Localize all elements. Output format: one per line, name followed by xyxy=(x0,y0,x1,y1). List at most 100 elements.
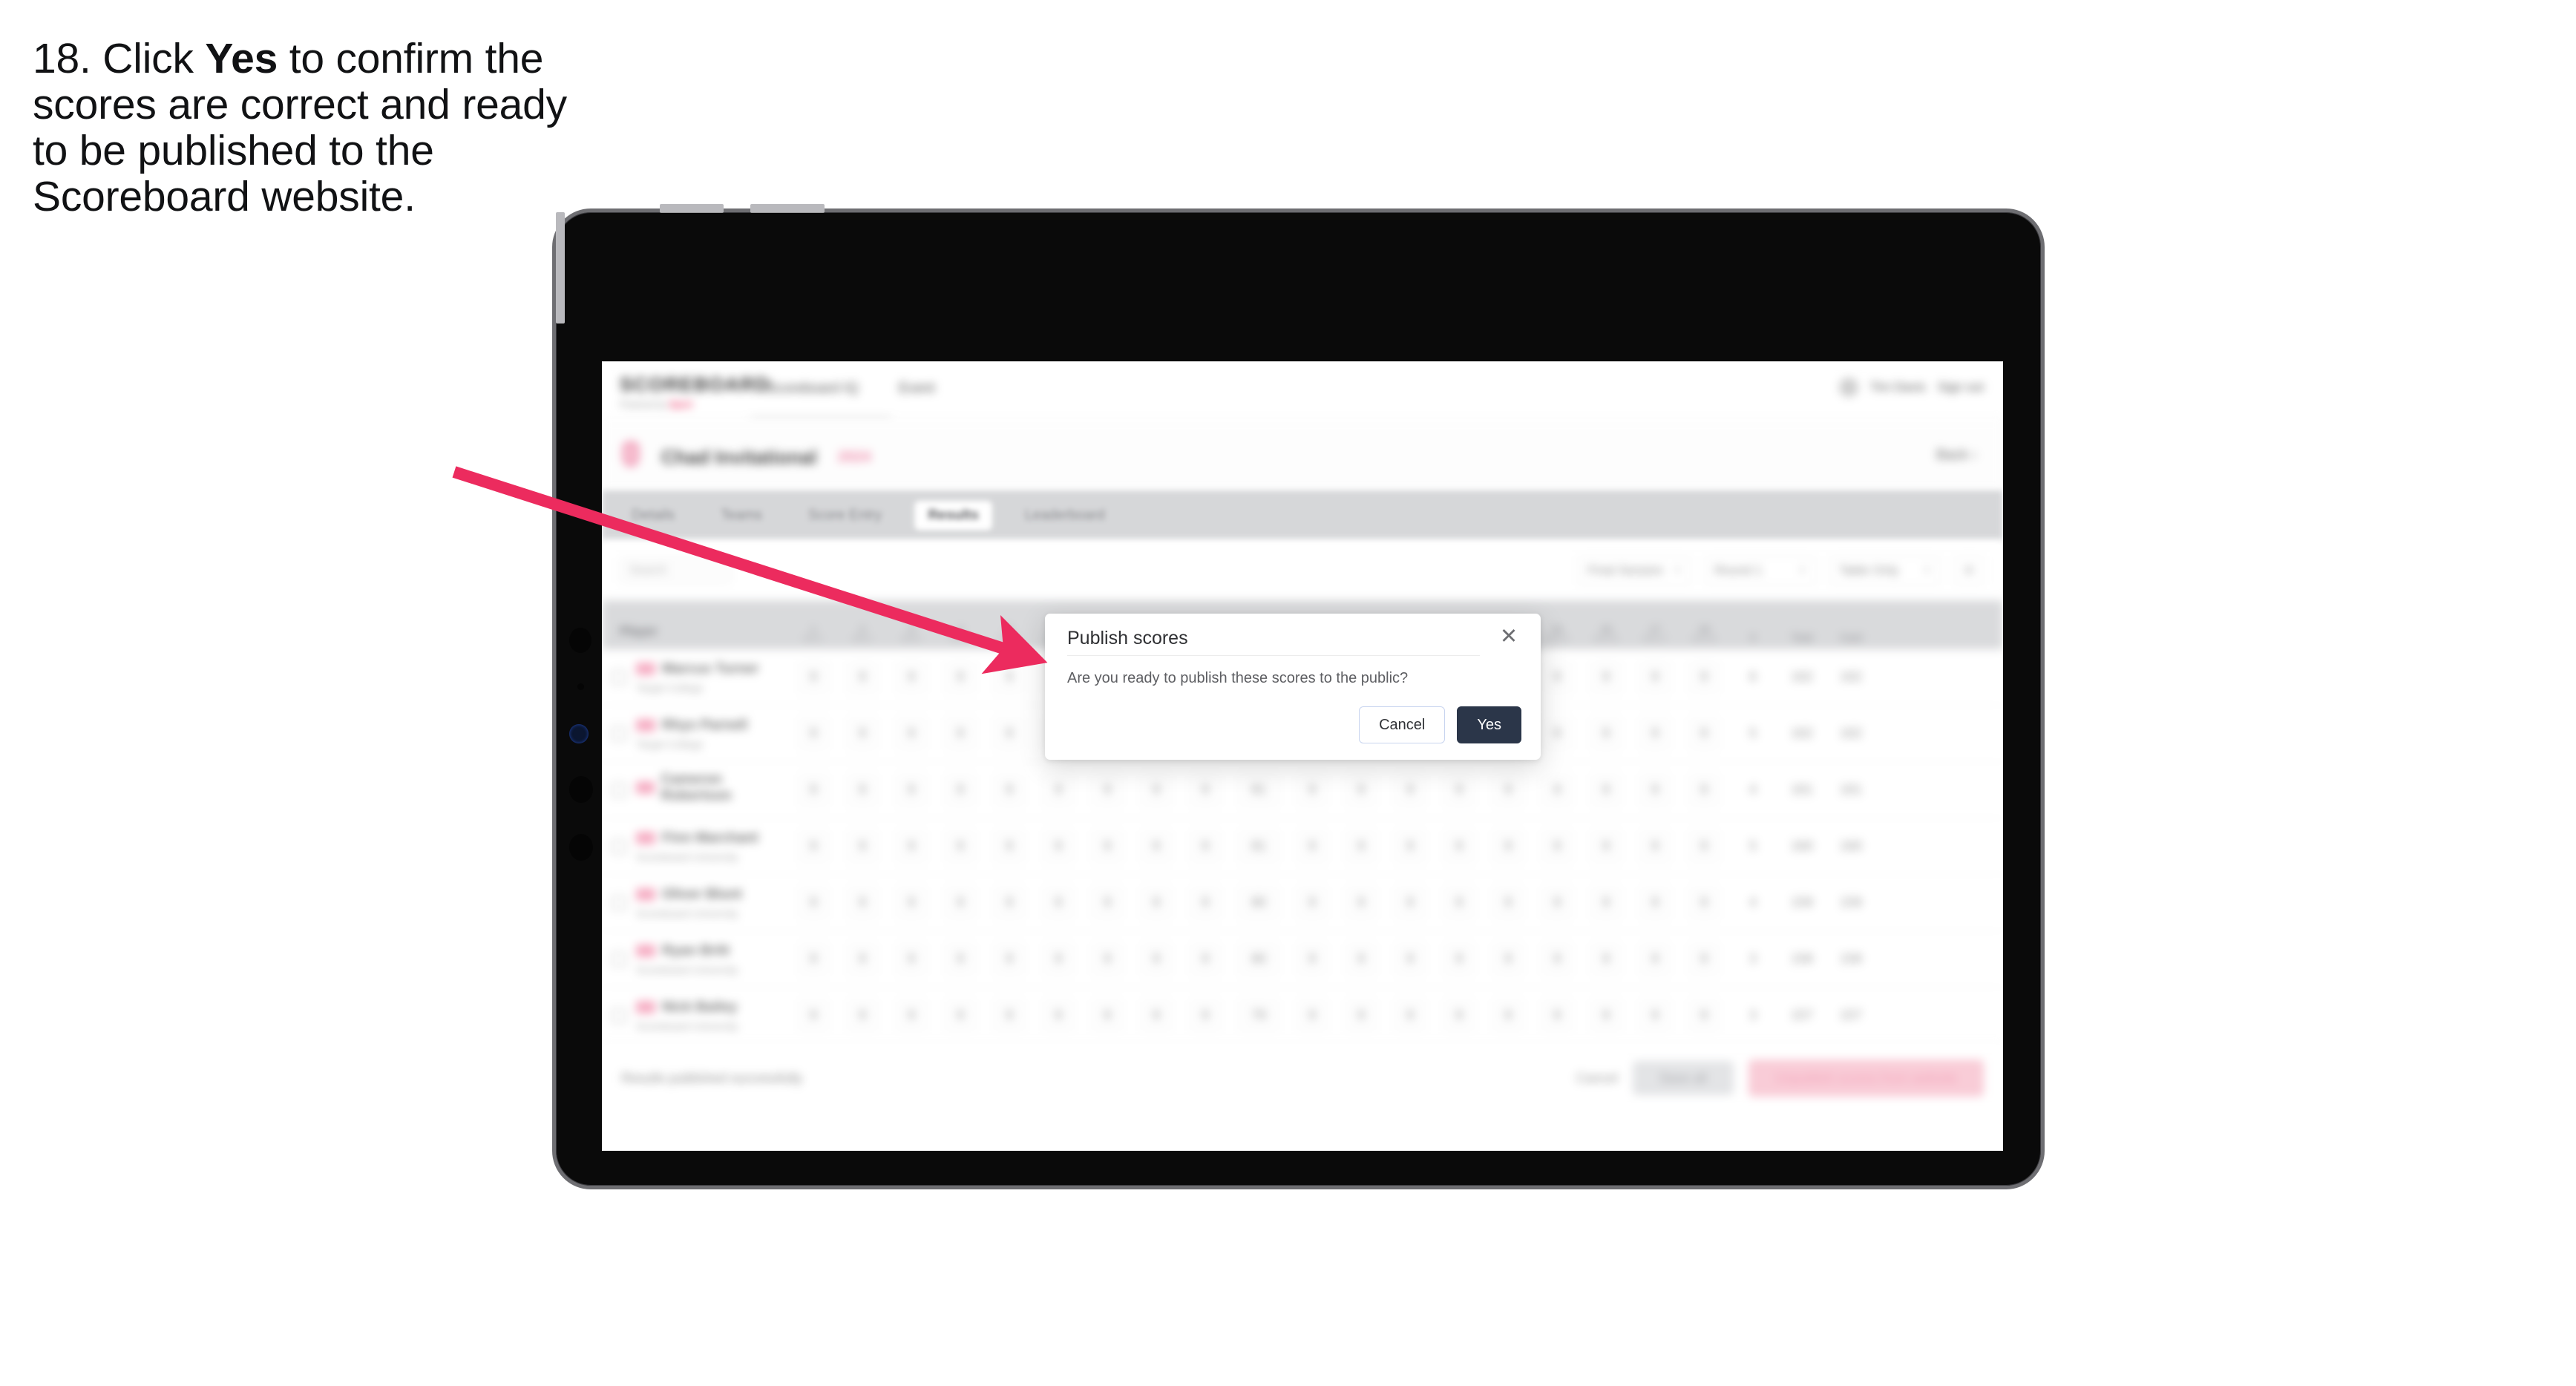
back-link[interactable]: Back › xyxy=(1936,447,1976,464)
volume-down-button[interactable] xyxy=(750,204,825,212)
score-cell[interactable]: 9 xyxy=(887,943,936,975)
search-input[interactable]: Search xyxy=(620,558,731,583)
select-round[interactable]: Round 1 ▼ xyxy=(1705,556,1816,585)
tab-details[interactable]: Details xyxy=(618,501,688,531)
score-cell[interactable]: 9 xyxy=(1337,774,1386,806)
score-cell[interactable]: 9 xyxy=(838,830,887,862)
select-view[interactable]: Table Only ▼ xyxy=(1829,556,1941,585)
score-cell[interactable]: 9 xyxy=(1337,830,1386,862)
score-cell[interactable]: 9 xyxy=(789,999,838,1031)
score-cell[interactable]: 9 xyxy=(936,943,985,975)
score-cell[interactable]: 9 xyxy=(936,999,985,1031)
score-cell[interactable]: 9 xyxy=(887,717,936,749)
score-cell[interactable]: 9 xyxy=(1386,774,1435,806)
score-cell[interactable]: 9 xyxy=(1337,943,1386,975)
tab-score-entry[interactable]: Score Entry xyxy=(795,501,895,531)
row-checkbox[interactable] xyxy=(602,1007,636,1024)
score-cell[interactable]: 9 xyxy=(1679,887,1728,919)
user-menu[interactable]: Tim Davis Sign out xyxy=(1838,378,1984,397)
score-cell[interactable]: 9 xyxy=(936,774,985,806)
score-cell[interactable]: 81 xyxy=(1230,774,1288,806)
tab-results[interactable]: Results xyxy=(914,501,992,531)
score-cell[interactable]: 9 xyxy=(985,887,1034,919)
volume-up-button[interactable] xyxy=(660,204,724,212)
table-row[interactable]: Finn Marchant Scoreboard University 9 9 9 9 9 9… xyxy=(602,818,2003,875)
app-logo[interactable]: SCOREBOARD Powered by Sport xyxy=(620,373,770,410)
score-cell[interactable]: 9 xyxy=(838,661,887,693)
score-cell[interactable]: 9 xyxy=(936,887,985,919)
score-cell[interactable]: 9 xyxy=(1034,999,1083,1031)
yes-button[interactable]: Yes xyxy=(1457,706,1521,743)
score-cell[interactable]: 9 xyxy=(1435,887,1484,919)
tab-teams[interactable]: Teams xyxy=(707,501,776,531)
score-cell[interactable]: 9 xyxy=(1582,830,1631,862)
score-cell[interactable]: 9 xyxy=(1631,887,1679,919)
score-cell[interactable]: 9 xyxy=(985,830,1034,862)
score-cell[interactable]: 9 xyxy=(1484,943,1533,975)
score-cell[interactable]: 9 xyxy=(1435,999,1484,1031)
score-cell[interactable]: 9 xyxy=(1034,774,1083,806)
score-cell[interactable]: 9 xyxy=(1083,830,1132,862)
score-cell[interactable]: 9 xyxy=(789,943,838,975)
score-cell[interactable]: 9 xyxy=(789,717,838,749)
score-cell[interactable]: 9 xyxy=(1083,774,1132,806)
row-checkbox[interactable] xyxy=(602,725,636,742)
score-cell[interactable]: 9 xyxy=(1631,830,1679,862)
score-cell[interactable]: 9 xyxy=(1386,999,1435,1031)
score-cell[interactable]: 9 xyxy=(985,943,1034,975)
score-cell[interactable]: 9 xyxy=(1582,887,1631,919)
score-cell[interactable]: 9 xyxy=(1484,887,1533,919)
score-cell[interactable]: 9 xyxy=(1484,774,1533,806)
score-cell[interactable]: 9 xyxy=(1181,830,1230,862)
score-cell[interactable]: 9 xyxy=(1679,661,1728,693)
score-cell[interactable]: 9 xyxy=(1435,943,1484,975)
nav-item-event[interactable]: Event xyxy=(899,381,935,397)
score-cell[interactable]: 9 xyxy=(1582,774,1631,806)
score-cell[interactable]: 9 xyxy=(1034,943,1083,975)
row-checkbox[interactable] xyxy=(602,894,636,911)
score-cell[interactable]: 9 xyxy=(887,774,936,806)
score-cell[interactable]: 9 xyxy=(1288,999,1337,1031)
score-cell[interactable]: 9 xyxy=(1288,830,1337,862)
cancel-button[interactable]: Cancel xyxy=(1359,706,1446,743)
score-cell[interactable]: 9 xyxy=(1288,943,1337,975)
score-cell[interactable]: 9 xyxy=(1132,999,1181,1031)
score-cell[interactable]: 80 xyxy=(1230,887,1288,919)
score-cell[interactable]: 9 xyxy=(1533,999,1582,1031)
power-button[interactable] xyxy=(556,212,565,323)
select-session[interactable]: Final Session ▼ xyxy=(1578,556,1691,585)
score-cell[interactable]: 9 xyxy=(1386,830,1435,862)
score-cell[interactable]: 9 xyxy=(838,999,887,1031)
row-checkbox[interactable] xyxy=(602,669,636,686)
score-cell[interactable]: 9 xyxy=(1337,999,1386,1031)
score-cell[interactable]: 9 xyxy=(936,661,985,693)
score-cell[interactable]: 9 xyxy=(1533,887,1582,919)
score-cell[interactable]: 9 xyxy=(1679,830,1728,862)
close-icon[interactable]: ✕ xyxy=(1496,624,1521,649)
table-row[interactable]: Oliver Blunt Scoreboard University 9 9 9 9 9 9 9… xyxy=(602,875,2003,931)
score-cell[interactable]: 9 xyxy=(1631,717,1679,749)
score-cell[interactable]: 9 xyxy=(789,774,838,806)
sign-out-link[interactable]: Sign out xyxy=(1938,380,1984,395)
row-checkbox[interactable] xyxy=(602,838,636,855)
score-cell[interactable]: 9 xyxy=(1132,887,1181,919)
score-cell[interactable]: 9 xyxy=(1679,774,1728,806)
score-cell[interactable]: 9 xyxy=(1083,887,1132,919)
score-cell[interactable]: 9 xyxy=(985,774,1034,806)
table-row[interactable]: Ryan Britt Scoreboard University 9 9 9 9 9 9 9 9 9… xyxy=(602,931,2003,988)
score-cell[interactable]: 9 xyxy=(789,661,838,693)
score-cell[interactable]: 9 xyxy=(1132,830,1181,862)
table-row[interactable]: Nick Bailey Scoreboard University 9 9 9 9 9 9 9 9… xyxy=(602,988,2003,1044)
score-cell[interactable]: 9 xyxy=(1631,943,1679,975)
score-cell[interactable]: 9 xyxy=(1132,943,1181,975)
score-cell[interactable]: 9 xyxy=(1132,774,1181,806)
score-cell[interactable]: 9 xyxy=(1034,887,1083,919)
table-row[interactable]: Cameron Robertson 9 9 9 9 9 9 9 9 9 81 9 9 9 9 9 9 9 9 9 4 16… xyxy=(602,762,2003,818)
score-cell[interactable]: 9 xyxy=(1337,887,1386,919)
score-cell[interactable]: 9 xyxy=(887,887,936,919)
row-checkbox[interactable] xyxy=(602,950,636,968)
row-checkbox[interactable] xyxy=(602,781,636,798)
score-cell[interactable]: 81 xyxy=(1230,830,1288,862)
score-cell[interactable]: 80 xyxy=(1230,943,1288,975)
score-cell[interactable]: 9 xyxy=(1435,774,1484,806)
